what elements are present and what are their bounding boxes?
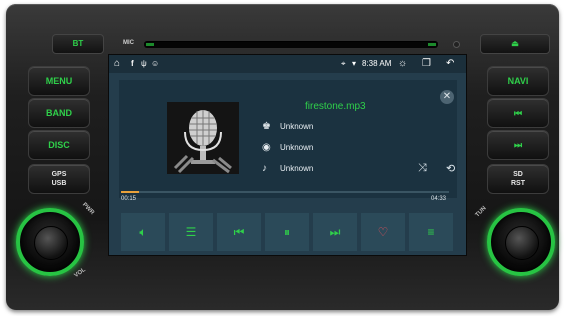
- equalizer-icon: ☰: [185, 225, 197, 239]
- progress-fill: [121, 191, 140, 193]
- android-icon: ☺: [151, 59, 160, 68]
- gps-label: GPS: [51, 171, 67, 178]
- brightness-icon[interactable]: ☼: [398, 57, 407, 71]
- usb-icon: ψ: [141, 59, 147, 68]
- band-button[interactable]: BAND: [28, 98, 90, 128]
- rst-label: RST: [511, 180, 525, 187]
- volume-button[interactable]: 🔈︎: [121, 213, 165, 251]
- seek-back-button[interactable]: ⏮: [487, 98, 549, 128]
- volume-icon: 🔈︎: [139, 225, 147, 239]
- touch-screen: ⌂ f ψ ☺ ⌖ ▾ 8:38 AM ☼ ❐ ↶ firestone.mp3 …: [108, 54, 467, 256]
- bt-button[interactable]: BT: [52, 34, 104, 54]
- tune-knob[interactable]: [487, 208, 555, 276]
- favorite-icon: ♡: [377, 225, 389, 239]
- seek-forward-button[interactable]: ⏭: [487, 130, 549, 160]
- mic-label: MIC: [123, 40, 134, 46]
- track-title: firestone.mp3: [305, 101, 366, 112]
- eject-button[interactable]: ⏏: [480, 34, 550, 54]
- close-icon: ✕: [442, 91, 452, 102]
- genre-text: Unknown: [280, 164, 314, 173]
- gps-usb-button[interactable]: GPS USB: [28, 164, 90, 194]
- seek-back-icon: ⏮: [513, 108, 523, 118]
- playlist-button[interactable]: ≡: [409, 213, 453, 251]
- equalizer-button[interactable]: ☰: [169, 213, 213, 251]
- facebook-icon: f: [131, 59, 134, 68]
- now-playing-panel: firestone.mp3 ✕ ♚ Unknown ◉ Unknown ♪ Unkno…: [119, 80, 457, 198]
- pause-icon: ⏸: [283, 225, 290, 239]
- reset-hole: [453, 41, 460, 48]
- menu-button[interactable]: MENU: [28, 66, 90, 96]
- repeat-icon[interactable]: ⟲: [446, 162, 455, 175]
- back-icon[interactable]: ↶: [446, 57, 454, 71]
- duration-time: 04:33: [431, 196, 447, 202]
- tun-label: TUN: [474, 205, 488, 219]
- music-note-icon: ♪: [262, 163, 267, 174]
- artist-row: ♚ Unknown: [262, 121, 313, 135]
- home-icon[interactable]: ⌂: [114, 57, 120, 71]
- sd-rst-button[interactable]: SD RST: [487, 164, 549, 194]
- favorite-button[interactable]: ♡: [361, 213, 405, 251]
- genre-row: ♪ Unknown: [262, 163, 313, 177]
- artist-text: Unknown: [280, 122, 314, 131]
- next-icon: ⏭: [329, 225, 341, 239]
- progress-bar[interactable]: [121, 191, 449, 193]
- volume-knob[interactable]: [16, 208, 84, 276]
- navi-button[interactable]: NAVI: [487, 66, 549, 96]
- album-art: [167, 102, 239, 174]
- playlist-icon: ≡: [427, 225, 435, 239]
- eject-icon: ⏏: [511, 39, 519, 48]
- artist-icon: ♚: [262, 121, 271, 132]
- status-time: 8:38 AM: [362, 59, 392, 68]
- disc-button[interactable]: DISC: [28, 130, 90, 160]
- elapsed-time: 00:15: [121, 196, 137, 202]
- previous-icon: ⏮: [233, 225, 245, 239]
- shuffle-icon[interactable]: ⤨: [418, 162, 427, 175]
- location-icon: ⌖: [341, 59, 346, 68]
- pause-button[interactable]: ⏸: [265, 213, 309, 251]
- recent-apps-icon[interactable]: ❐: [422, 57, 431, 71]
- usb-label: USB: [51, 180, 67, 187]
- album-row: ◉ Unknown: [262, 142, 313, 156]
- album-text: Unknown: [280, 143, 314, 152]
- vol-label: VOL: [73, 267, 87, 279]
- next-button[interactable]: ⏭: [313, 213, 357, 251]
- seek-forward-icon: ⏭: [513, 140, 523, 150]
- album-icon: ◉: [262, 142, 271, 153]
- disc-slot: [144, 41, 438, 48]
- pwr-label: PWR: [80, 201, 96, 217]
- sd-label: SD: [513, 171, 523, 178]
- close-button[interactable]: ✕: [440, 90, 454, 104]
- status-bar: ⌂ f ψ ☺ ⌖ ▾ 8:38 AM ☼ ❐ ↶: [109, 55, 466, 73]
- previous-button[interactable]: ⏮: [217, 213, 261, 251]
- wifi-icon: ▾: [352, 59, 357, 68]
- microphone-icon: [167, 102, 239, 174]
